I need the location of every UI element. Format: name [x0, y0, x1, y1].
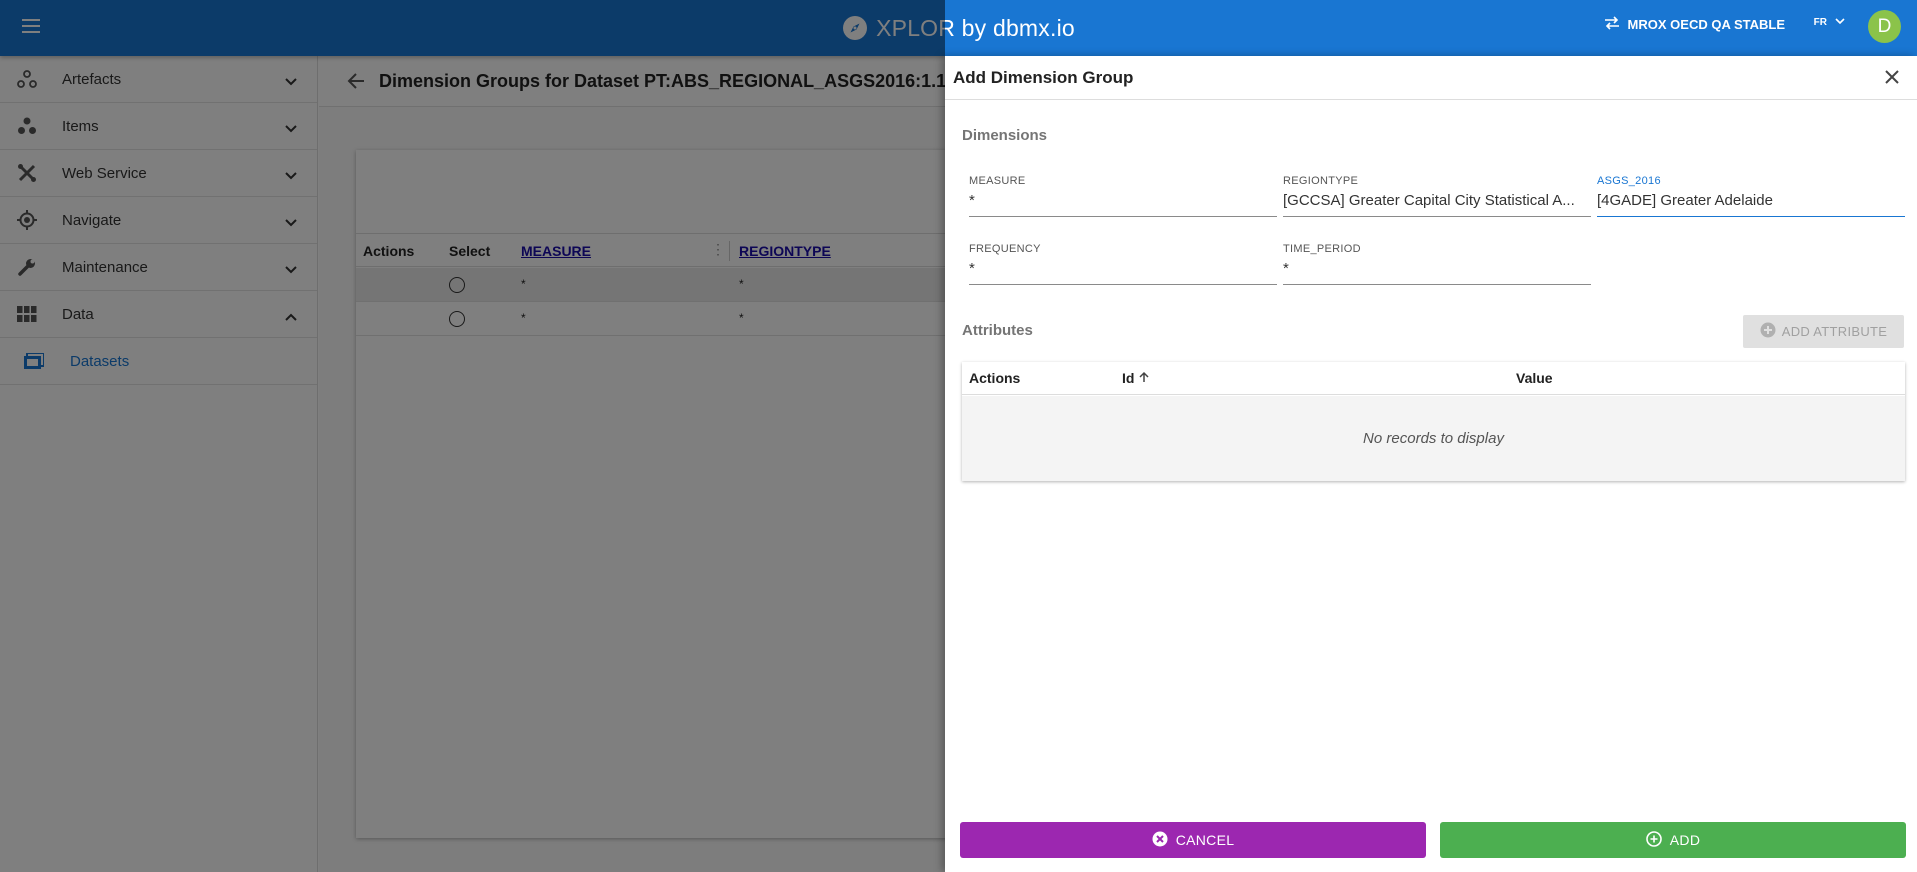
field-label: FREQUENCY	[969, 243, 1041, 255]
column-id[interactable]: Id	[1122, 370, 1150, 386]
field-value[interactable]: *	[969, 260, 1277, 277]
swap-icon	[1604, 16, 1620, 33]
add-dimension-group-panel: Add Dimension Group Dimensions MEASURE *…	[945, 56, 1917, 872]
close-icon[interactable]	[1883, 68, 1903, 88]
add-label: ADD	[1669, 832, 1701, 848]
field-value[interactable]: [4GADE] Greater Adelaide	[1597, 192, 1905, 209]
column-id-label: Id	[1122, 370, 1135, 386]
add-attribute-button[interactable]: ADD ATTRIBUTE	[1743, 315, 1904, 348]
add-circle-icon	[1645, 830, 1662, 850]
measure-field[interactable]: MEASURE *	[969, 175, 1277, 217]
avatar[interactable]: D	[1868, 10, 1901, 43]
cancel-circle-icon	[1152, 831, 1168, 850]
field-label: TIME_PERIOD	[1283, 243, 1361, 255]
language-label: FR	[1813, 17, 1827, 28]
column-actions: Actions	[969, 370, 1021, 386]
attributes-table: Actions Id Value No records to display	[962, 362, 1905, 481]
language-selector[interactable]: FR	[1814, 17, 1845, 28]
asgs-2016-field[interactable]: ASGS_2016 [4GADE] Greater Adelaide	[1597, 175, 1905, 217]
field-value[interactable]: [GCCSA] Greater Capital City Statistical…	[1283, 192, 1591, 209]
field-value[interactable]: *	[1283, 260, 1591, 277]
panel-title: Add Dimension Group	[953, 67, 1134, 87]
field-label: ASGS_2016	[1597, 175, 1661, 187]
add-button[interactable]: ADD	[1440, 822, 1906, 858]
chevron-down-icon	[1835, 17, 1845, 28]
empty-state-message: No records to display	[962, 396, 1905, 481]
panel-header: Add Dimension Group	[945, 56, 1917, 100]
add-attribute-label: ADD ATTRIBUTE	[1781, 324, 1888, 339]
cancel-button[interactable]: CANCEL	[960, 822, 1426, 858]
arrow-up-icon	[1138, 370, 1150, 386]
cancel-label: CANCEL	[1175, 832, 1235, 848]
attributes-table-header: Actions Id Value	[962, 362, 1905, 395]
attributes-heading: Attributes	[962, 322, 1033, 339]
column-value[interactable]: Value	[1516, 370, 1553, 386]
time-period-field[interactable]: TIME_PERIOD *	[1283, 243, 1591, 285]
environment-switcher[interactable]: MROX OECD QA STABLE	[1604, 16, 1785, 33]
dimensions-heading: Dimensions	[962, 127, 1048, 144]
field-value[interactable]: *	[969, 192, 1277, 209]
regiontype-field[interactable]: REGIONTYPE [GCCSA] Greater Capital City …	[1283, 175, 1591, 217]
modal-backdrop[interactable]	[0, 0, 945, 872]
add-circle-icon	[1760, 322, 1776, 341]
environment-label: MROX OECD QA STABLE	[1627, 17, 1785, 32]
frequency-field[interactable]: FREQUENCY *	[969, 243, 1277, 285]
field-label: MEASURE	[969, 175, 1026, 187]
field-label: REGIONTYPE	[1283, 175, 1359, 187]
